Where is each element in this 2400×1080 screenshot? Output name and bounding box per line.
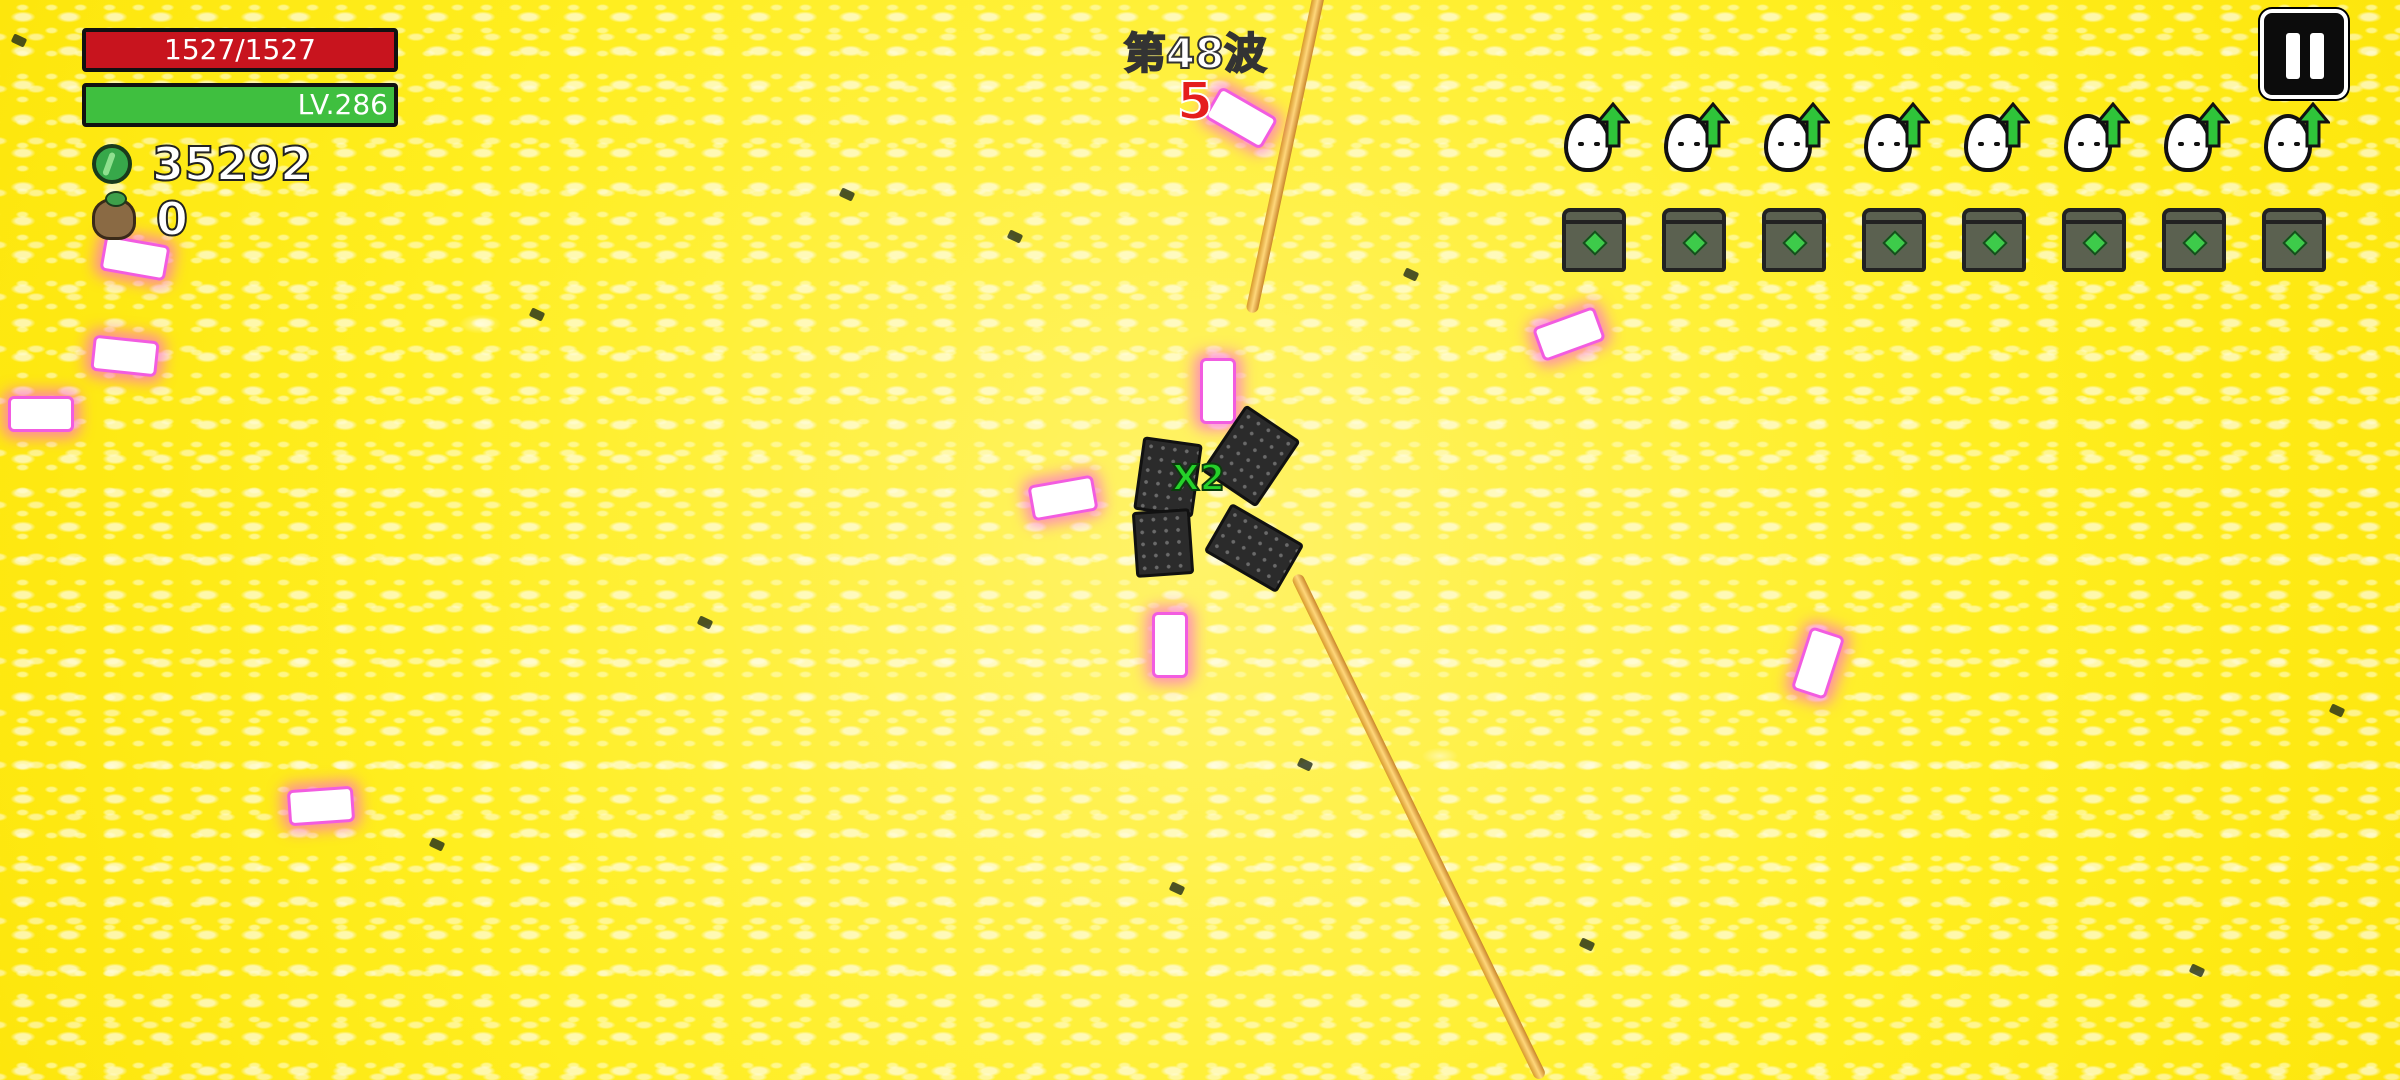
pause-icon (2286, 33, 2300, 79)
upgrade-arrow-icon (2096, 102, 2130, 148)
gem-icon (2082, 230, 2108, 256)
egg-upgrade-icon[interactable] (2260, 102, 2330, 176)
bag-counter: 0 (92, 191, 189, 247)
supply-crate-icon[interactable] (1762, 208, 1826, 272)
combo-multiplier: X2 (1171, 457, 1226, 500)
health-text: 1527/1527 (164, 33, 316, 66)
supply-crate-icon[interactable] (2262, 208, 2326, 272)
skill-upgrade-row (1560, 102, 2330, 176)
egg-upgrade-icon[interactable] (1760, 102, 1830, 176)
gem-icon (1982, 230, 2008, 256)
egg-upgrade-icon[interactable] (2060, 102, 2130, 176)
upgrade-arrow-icon (2296, 102, 2330, 148)
upgrade-arrow-icon (1896, 102, 1930, 148)
gem-icon (1782, 230, 1808, 256)
coin-counter: 35292 (92, 136, 313, 192)
supply-crate-icon[interactable] (2162, 208, 2226, 272)
gem-icon (1682, 230, 1708, 256)
egg-upgrade-icon[interactable] (1560, 102, 1630, 176)
upgrade-arrow-icon (1696, 102, 1730, 148)
upgrade-arrow-icon (1596, 102, 1630, 148)
supply-crate-icon[interactable] (1862, 208, 1926, 272)
card-projectile (8, 396, 74, 432)
upgrade-arrow-icon (1796, 102, 1830, 148)
upgrade-arrow-icon (1996, 102, 2030, 148)
supply-crate-icon[interactable] (1962, 208, 2026, 272)
card-projectile (1152, 612, 1188, 678)
coin-icon (92, 144, 132, 184)
wave-countdown: 5 (1176, 71, 1214, 133)
money-bag-icon (92, 191, 136, 240)
gem-icon (2282, 230, 2308, 256)
supply-crate-icon[interactable] (2062, 208, 2126, 272)
health-bar: 1527/1527 (82, 28, 398, 72)
gem-icon (1882, 230, 1908, 256)
level-text: LV.286 (297, 88, 388, 121)
gem-icon (1582, 230, 1608, 256)
upgrade-arrow-icon (2196, 102, 2230, 148)
supply-crate-icon[interactable] (1562, 208, 1626, 272)
card-projectile (286, 785, 356, 827)
egg-upgrade-icon[interactable] (1660, 102, 1730, 176)
pause-icon (2310, 33, 2324, 79)
egg-upgrade-icon[interactable] (2160, 102, 2230, 176)
coin-value: 35292 (151, 136, 313, 192)
bag-value: 0 (155, 191, 189, 247)
pause-button[interactable] (2260, 9, 2348, 99)
card-projectile (90, 334, 160, 378)
gem-icon (2182, 230, 2208, 256)
card-projectile (1200, 358, 1236, 424)
egg-upgrade-icon[interactable] (1860, 102, 1930, 176)
supply-crate-icon[interactable] (1662, 208, 1726, 272)
level-bar: LV.286 (82, 83, 398, 127)
egg-upgrade-icon[interactable] (1960, 102, 2030, 176)
crate-row (1562, 208, 2326, 272)
armor-block (1131, 508, 1195, 578)
